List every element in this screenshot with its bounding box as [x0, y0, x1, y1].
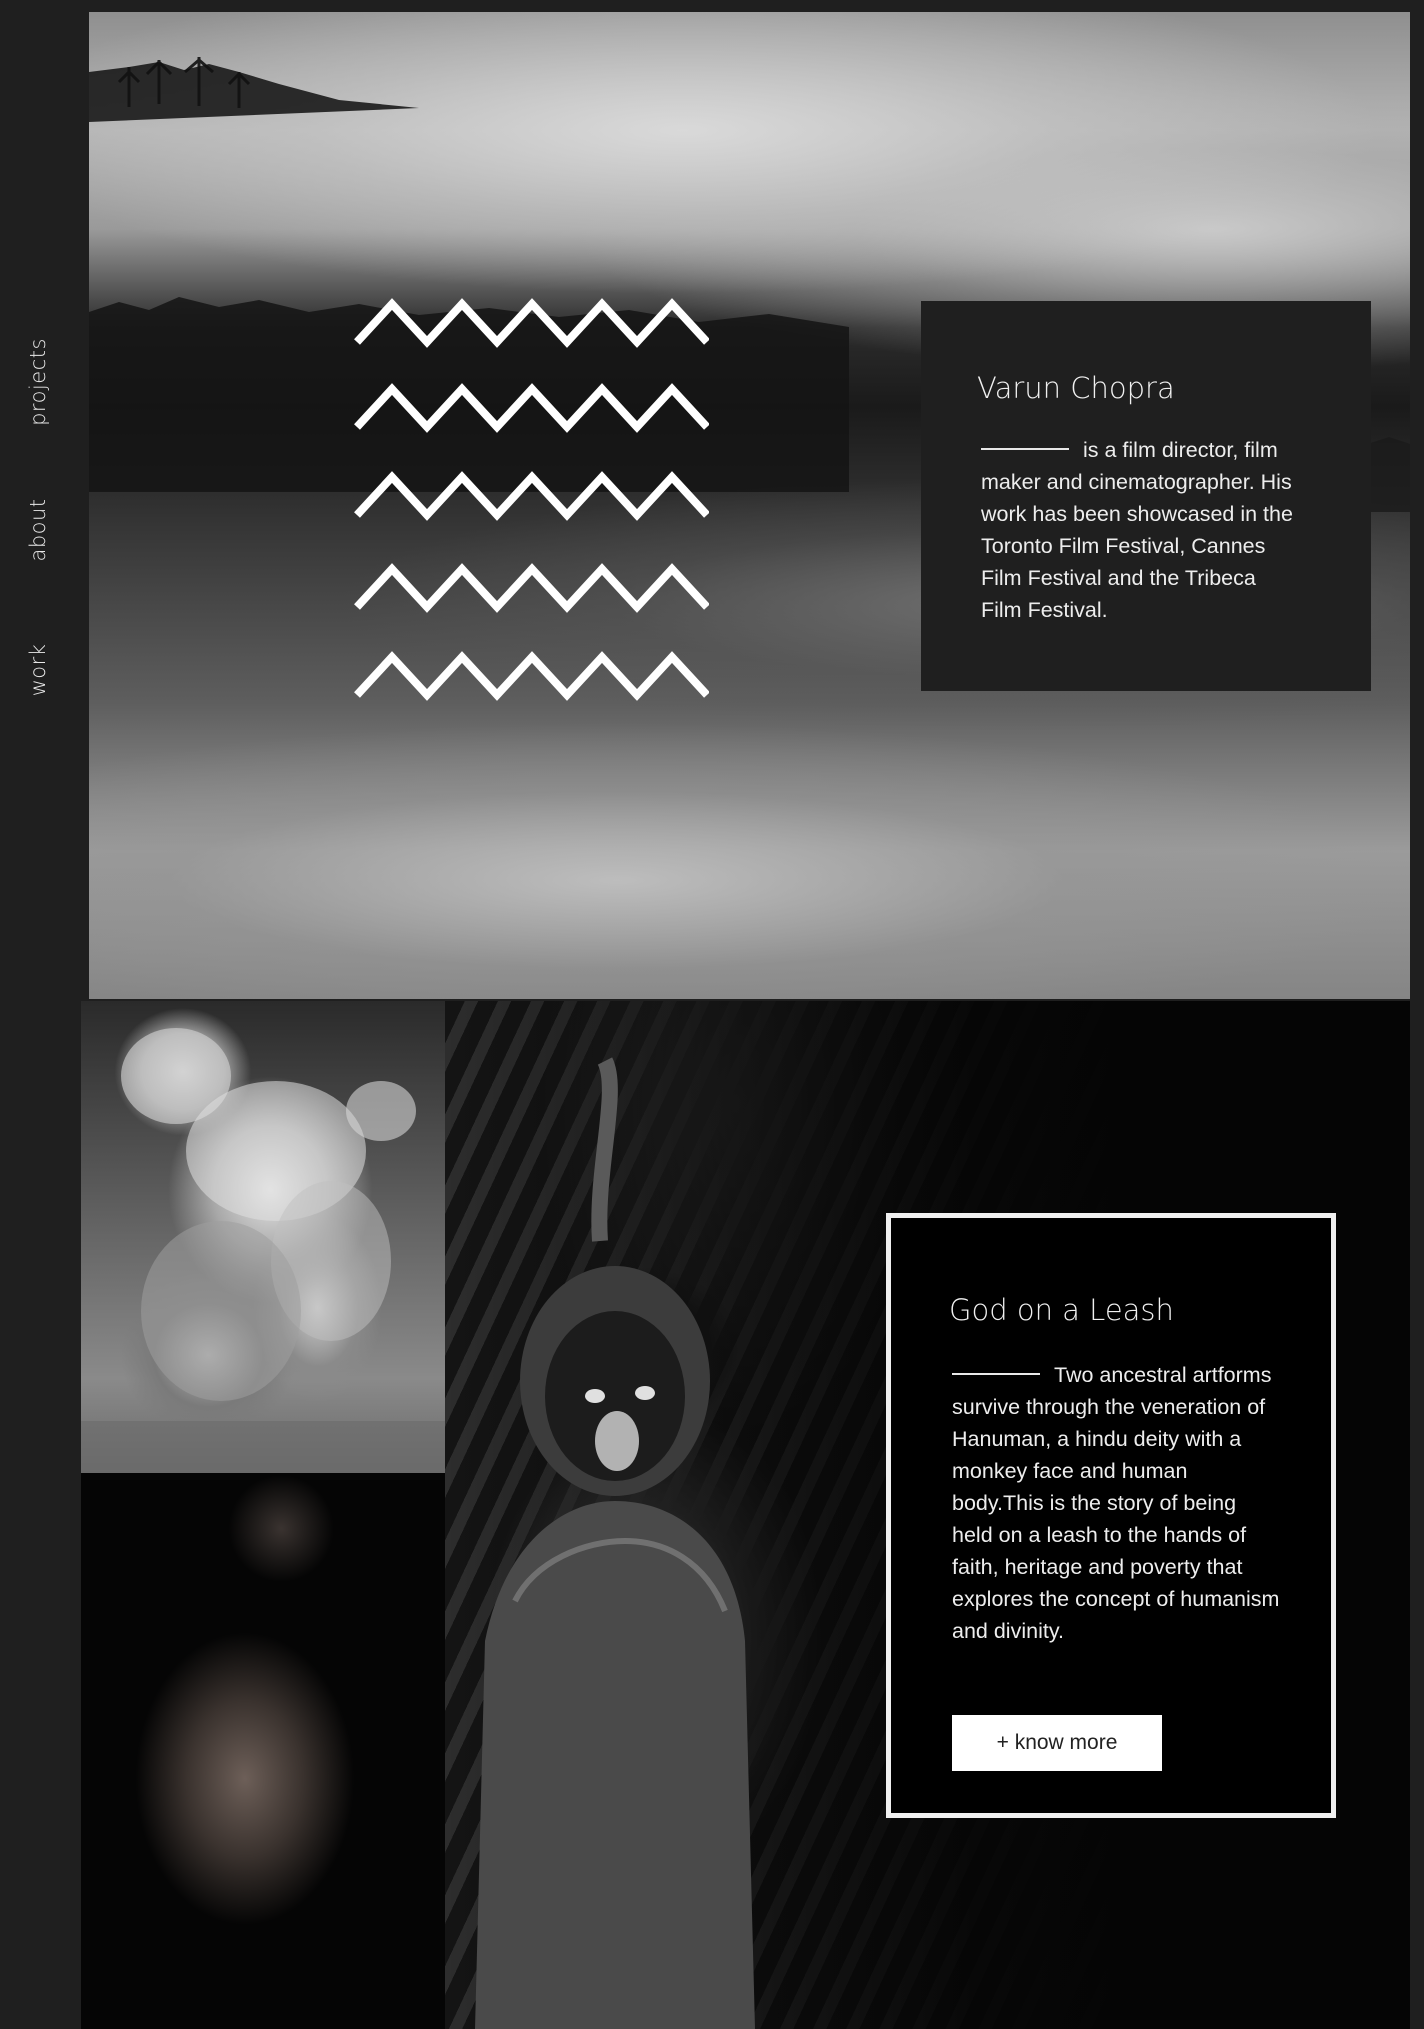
- performer-figure: [475, 1057, 755, 2029]
- zigzag-pattern-icon: [354, 298, 709, 701]
- nav-work-link[interactable]: work: [26, 644, 50, 697]
- intro-name: Varun Chopra: [977, 371, 1175, 405]
- hero-section: Varun Chopra is a film director, film ma…: [89, 12, 1410, 999]
- sidebar-nav: projects about work: [0, 0, 80, 2029]
- intro-text: is a film director, film maker and cinem…: [981, 438, 1293, 622]
- monkeys-photo-detail: [81, 1028, 445, 1473]
- nav-projects-link[interactable]: projects: [26, 338, 50, 426]
- bare-back-photo: [81, 1473, 445, 2029]
- project-section: God on a Leash Two ancestral artforms su…: [81, 1001, 1410, 2029]
- nav-about-link[interactable]: about: [26, 498, 50, 561]
- dash-divider: [981, 448, 1069, 451]
- intro-description: is a film director, film maker and cinem…: [981, 434, 1301, 626]
- monkeys-photo: [81, 1001, 445, 1473]
- intro-card: Varun Chopra is a film director, film ma…: [921, 301, 1371, 691]
